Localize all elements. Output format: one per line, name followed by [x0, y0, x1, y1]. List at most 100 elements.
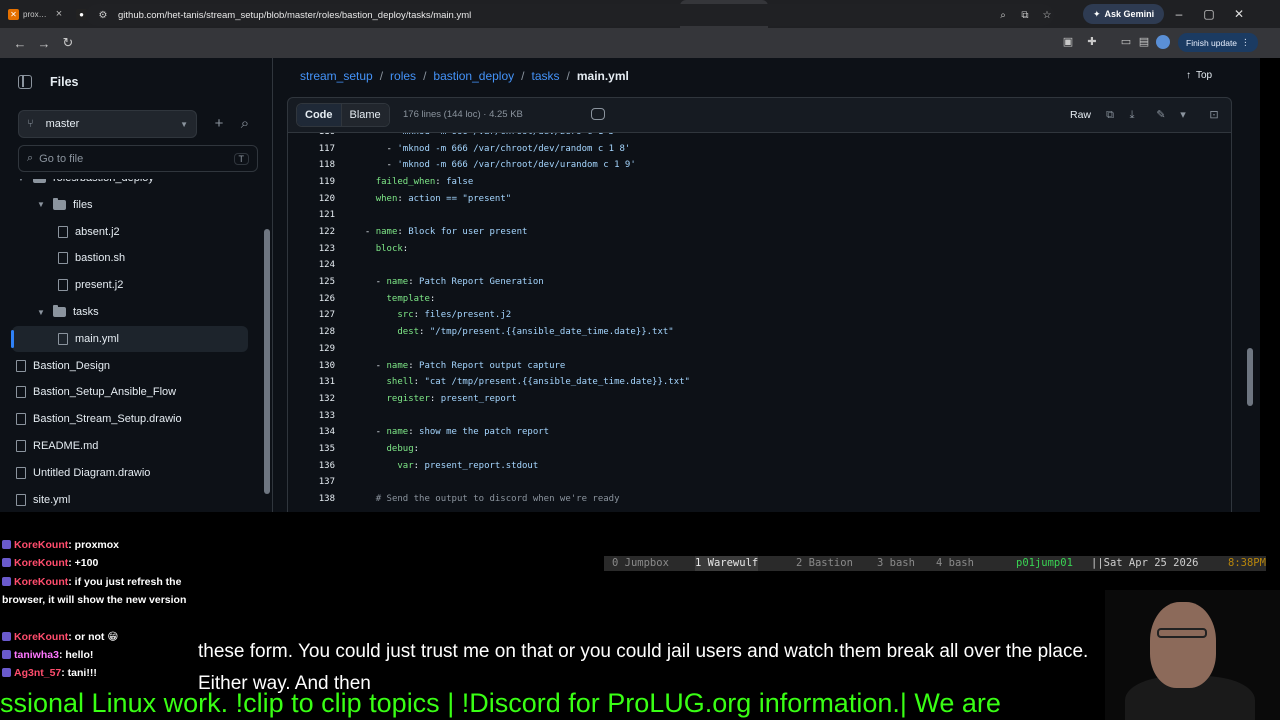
line-number[interactable]: 136 [288, 458, 335, 475]
site-info-icon[interactable]: ⚙ [96, 10, 110, 21]
install-app-icon[interactable]: ⧉ [1018, 10, 1032, 21]
avatar[interactable] [1156, 35, 1170, 49]
line-number[interactable]: 135 [288, 441, 335, 458]
ask-gemini-button[interactable]: ✦ Ask Gemini [1083, 4, 1165, 24]
chevron-down-icon[interactable]: ▼ [36, 308, 46, 317]
line-number[interactable]: 117 [288, 141, 335, 158]
line-number[interactable]: 116 [288, 133, 335, 141]
file-icon [58, 252, 68, 265]
symbols-panel-icon[interactable]: ⊡ [1206, 107, 1222, 123]
scrollbar-thumb[interactable] [1247, 348, 1253, 406]
add-file-icon[interactable]: + [206, 110, 232, 138]
line-number[interactable]: 120 [288, 191, 335, 208]
line-number[interactable]: 138 [288, 491, 335, 508]
tree-file[interactable]: bastion.sh [12, 245, 248, 271]
line-number[interactable]: 122 [288, 224, 335, 241]
top-button[interactable]: ↑ Top [1186, 70, 1212, 81]
folder-icon [33, 179, 46, 183]
tree-file[interactable]: Untitled Diagram.drawio [12, 460, 248, 486]
tree-folder[interactable]: ▼ roles/bastion_deploy [12, 179, 248, 191]
url-bar[interactable]: ⚙ github.com/het-tanis/stream_setup/blob… [86, 4, 1054, 26]
edit-pencil-icon[interactable]: ✎ [1153, 107, 1169, 123]
chevron-down-icon[interactable]: ▼ [36, 200, 46, 209]
line-number[interactable]: 127 [288, 307, 335, 324]
breadcrumb-link[interactable]: stream_setup [300, 69, 373, 83]
line-number[interactable]: 132 [288, 391, 335, 408]
breadcrumb-link[interactable]: bastion_deploy [433, 69, 514, 83]
code-line: 118 - 'mknod -m 666 /var/chroot/dev/uran… [288, 157, 1231, 174]
tree-folder[interactable]: ▼ tasks [12, 299, 248, 325]
line-number[interactable]: 129 [288, 341, 335, 358]
forward-icon[interactable]: → [32, 36, 56, 51]
line-number[interactable]: 137 [288, 474, 335, 491]
line-number[interactable]: 119 [288, 174, 335, 191]
line-number[interactable]: 126 [288, 291, 335, 308]
chat-username: Ag3nt_57 [14, 667, 62, 680]
branch-selector[interactable]: ⑂ master ▼ [18, 110, 197, 138]
extensions-puzzle-icon[interactable]: ✚ [1084, 34, 1100, 50]
copy-icon[interactable]: ⧉ [1102, 107, 1118, 123]
back-icon[interactable]: ← [8, 36, 32, 51]
line-content: when: action == "present" [354, 191, 511, 208]
breadcrumb-link[interactable]: tasks [531, 69, 559, 83]
close-window-icon[interactable]: ✕ [1224, 0, 1254, 28]
line-number[interactable]: 124 [288, 257, 335, 274]
tab-code[interactable]: Code [297, 104, 342, 126]
tree-folder[interactable]: ▼ files [12, 192, 248, 218]
scrollbar-thumb[interactable] [264, 229, 270, 494]
maximize-icon[interactable]: ▢ [1194, 0, 1224, 28]
line-number[interactable]: 125 [288, 274, 335, 291]
page-scrollbar[interactable] [1245, 58, 1255, 512]
code-line: 127 src: files/present.j2 [288, 307, 1231, 324]
line-number[interactable]: 121 [288, 207, 335, 224]
extension-icon[interactable]: ▣ [1060, 34, 1076, 50]
line-number[interactable]: 133 [288, 408, 335, 425]
line-number[interactable]: 128 [288, 324, 335, 341]
chevron-down-icon[interactable]: ▼ [16, 179, 26, 183]
profile-icon[interactable]: ▤ [1136, 34, 1152, 50]
tree-file[interactable]: present.j2 [12, 272, 248, 298]
tree-file[interactable]: absent.j2 [12, 219, 248, 245]
tab-blame[interactable]: Blame [341, 104, 389, 126]
tree-file[interactable]: Bastion_Stream_Setup.drawio [12, 406, 248, 432]
tree-item-label: roles/bastion_deploy [53, 179, 154, 184]
line-number[interactable]: 134 [288, 424, 335, 441]
github-page: Files ⑂ master ▼ + ⌕ ⌕ Go to file T ▼ rol… [0, 58, 1260, 512]
line-number[interactable]: 130 [288, 358, 335, 375]
chevron-down-icon[interactable]: ▾ [1175, 107, 1191, 123]
line-content: failed_when: false [354, 174, 474, 191]
file-icon [16, 493, 26, 506]
line-number[interactable]: 123 [288, 241, 335, 258]
go-to-file-input[interactable]: ⌕ Go to file T [18, 145, 258, 172]
code-token: : [397, 227, 409, 238]
copilot-icon[interactable] [591, 108, 605, 120]
chat-message: Ag3nt_57: tani!!! [2, 664, 198, 682]
tree-file[interactable]: main.yml [11, 325, 248, 352]
line-number[interactable]: 118 [288, 157, 335, 174]
tree-file[interactable]: Bastion_Design [12, 353, 248, 379]
minimize-icon[interactable]: – [1164, 0, 1194, 28]
code-token: name [386, 277, 409, 288]
tree-file[interactable]: README.md [12, 433, 248, 459]
tree-file[interactable]: Bastion_Setup_Ansible_Flow [12, 379, 248, 405]
browser-tab[interactable]: ✕ proxmox - P × [0, 0, 68, 28]
reload-icon[interactable]: ↻ [56, 35, 80, 51]
close-tab-icon[interactable]: × [54, 8, 64, 20]
finish-update-button[interactable]: Finish update ⋮ [1178, 33, 1258, 52]
breadcrumb-link[interactable]: roles [390, 69, 416, 83]
search-icon[interactable]: ⌕ [232, 110, 258, 138]
tree-item-label: README.md [33, 440, 99, 452]
sidebar-title: Files [50, 75, 79, 89]
download-icon[interactable]: ⤓ [1124, 107, 1140, 123]
bookmark-star-icon[interactable]: ☆ [1040, 10, 1054, 21]
line-number[interactable]: 131 [288, 374, 335, 391]
collapse-sidebar-icon[interactable] [18, 75, 32, 89]
split-view-icon[interactable]: ▭ [1118, 34, 1134, 50]
zoom-icon[interactable]: ⌕ [996, 10, 1010, 21]
raw-button[interactable]: Raw [1064, 103, 1097, 127]
code-line: 120 when: action == "present" [288, 191, 1231, 208]
code-token: dest [397, 327, 420, 338]
code-view[interactable]: 116 - 'mknod -m 666 /var/chroot/dev/zero… [287, 133, 1232, 512]
tree-file[interactable]: site.yml [12, 487, 248, 512]
sidebar-scrollbar[interactable] [263, 179, 271, 512]
